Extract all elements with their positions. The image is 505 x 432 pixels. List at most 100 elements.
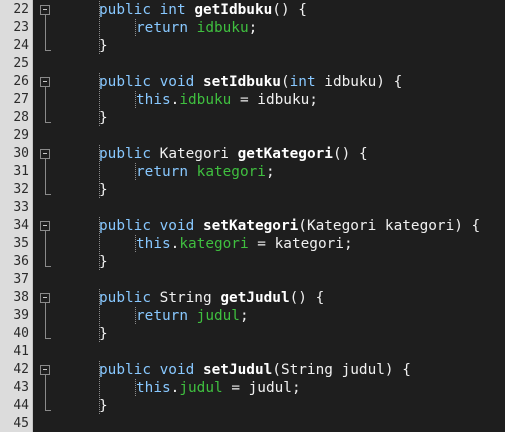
code-line[interactable]: 33	[0, 199, 505, 217]
code-line[interactable]: 45	[0, 415, 505, 432]
code-token: public void	[99, 218, 203, 234]
line-number: 36	[13, 254, 29, 269]
code-line[interactable]: 32}	[0, 181, 505, 199]
line-number: 32	[13, 182, 29, 197]
fold-toggle-icon[interactable]	[40, 73, 50, 91]
line-number: 37	[13, 272, 29, 287]
code-token: this	[136, 92, 171, 108]
code-text: public int getIdbuku() {	[99, 1, 307, 19]
minus-box-icon	[40, 365, 50, 375]
code-line[interactable]: 40}	[0, 325, 505, 343]
code-token: String	[159, 290, 221, 306]
code-line[interactable]: 36}	[0, 253, 505, 271]
code-token: () {	[332, 146, 368, 162]
line-number: 26	[13, 74, 29, 89]
code-line[interactable]: 37	[0, 271, 505, 289]
code-token: public void	[99, 74, 203, 90]
code-token: = kategori;	[248, 236, 353, 252]
fold-end-icon	[40, 253, 51, 271]
code-token: }	[99, 254, 108, 270]
code-token: return	[136, 308, 197, 324]
code-line[interactable]: 25	[0, 55, 505, 73]
fold-end-icon	[40, 397, 51, 415]
line-number: 35	[13, 236, 29, 251]
fold-toggle-icon[interactable]	[40, 289, 50, 307]
code-line[interactable]: 28}	[0, 109, 505, 127]
line-number: 31	[13, 164, 29, 179]
minus-box-icon	[40, 293, 50, 303]
code-line[interactable]: 39 return judul;	[0, 307, 505, 325]
line-number: 27	[13, 92, 29, 107]
fold-toggle-icon[interactable]	[40, 217, 50, 235]
code-line[interactable]: 24}	[0, 37, 505, 55]
indent-guide	[99, 307, 100, 325]
code-text: public void setKategori(Kategori kategor…	[99, 217, 480, 235]
code-line[interactable]: 34 public void setKategori(Kategori kateg…	[0, 217, 505, 235]
code-line[interactable]: 29	[0, 127, 505, 145]
code-area[interactable]: 22 public int getIdbuku() {23 return idbuk…	[0, 0, 505, 432]
code-line[interactable]: 41	[0, 343, 505, 361]
code-text: public Kategori getKategori() {	[99, 145, 368, 163]
code-editor[interactable]: 22 public int getIdbuku() {23 return idbuk…	[0, 0, 505, 432]
line-number: 39	[13, 308, 29, 323]
code-line[interactable]: 42 public void setJudul(String judul) {	[0, 361, 505, 379]
code-token: setJudul	[202, 362, 273, 378]
indent-guide	[99, 235, 100, 253]
code-text: }	[99, 181, 108, 199]
code-token: ;	[265, 164, 275, 180]
code-line[interactable]: 31 return kategori;	[0, 163, 505, 181]
code-text: return judul;	[136, 307, 249, 325]
code-line[interactable]: 23 return idbuku;	[0, 19, 505, 37]
code-token: }	[99, 38, 108, 54]
code-token: (Kategori kategori) {	[298, 218, 481, 234]
line-number: 25	[13, 56, 29, 71]
code-token: int	[289, 74, 325, 90]
fold-line-icon	[40, 235, 50, 253]
fold-toggle-icon[interactable]	[40, 361, 50, 379]
code-text: return idbuku;	[136, 19, 257, 37]
code-text: this.judul = judul;	[136, 379, 301, 397]
indent-guide	[99, 163, 100, 181]
code-line[interactable]: 26 public void setIdbuku(int idbuku) {	[0, 73, 505, 91]
minus-box-icon	[40, 5, 50, 15]
line-number: 34	[13, 218, 29, 233]
code-token: public void	[99, 362, 203, 378]
line-number: 40	[13, 326, 29, 341]
code-token: public	[99, 146, 160, 162]
fold-toggle-icon[interactable]	[40, 145, 50, 163]
code-line[interactable]: 44}	[0, 397, 505, 415]
code-line[interactable]: 35 this.kategori = kategori;	[0, 235, 505, 253]
code-token: (String judul) {	[272, 362, 411, 378]
line-number: 28	[13, 110, 29, 125]
code-token: return	[136, 20, 197, 36]
code-line[interactable]: 27 this.idbuku = idbuku;	[0, 91, 505, 109]
line-number: 33	[13, 200, 29, 215]
line-number: 45	[13, 416, 29, 431]
code-token: return	[136, 164, 197, 180]
line-number: 41	[13, 344, 29, 359]
indent-guide	[99, 19, 100, 37]
code-token: }	[99, 182, 108, 198]
code-line[interactable]: 38 public String getJudul() {	[0, 289, 505, 307]
fold-end-icon	[40, 109, 51, 127]
code-token: this	[136, 236, 171, 252]
code-token: getKategori	[237, 146, 333, 162]
line-number: 30	[13, 146, 29, 161]
code-line[interactable]: 30 public Kategori getKategori() {	[0, 145, 505, 163]
fold-line-icon	[40, 19, 50, 37]
code-token: }	[99, 110, 108, 126]
line-number: 42	[13, 362, 29, 377]
line-number: 43	[13, 380, 29, 395]
minus-box-icon	[40, 149, 50, 159]
fold-toggle-icon[interactable]	[40, 1, 50, 19]
code-line[interactable]: 43 this.judul = judul;	[0, 379, 505, 397]
code-text: }	[99, 397, 108, 415]
indent-guide	[99, 91, 100, 109]
minus-box-icon	[40, 221, 50, 231]
fold-end-icon	[40, 181, 51, 199]
code-token: getIdbuku	[194, 2, 273, 18]
line-number: 38	[13, 290, 29, 305]
code-line[interactable]: 22 public int getIdbuku() {	[0, 1, 505, 19]
code-token: this	[136, 380, 171, 396]
code-token: () {	[289, 290, 325, 306]
